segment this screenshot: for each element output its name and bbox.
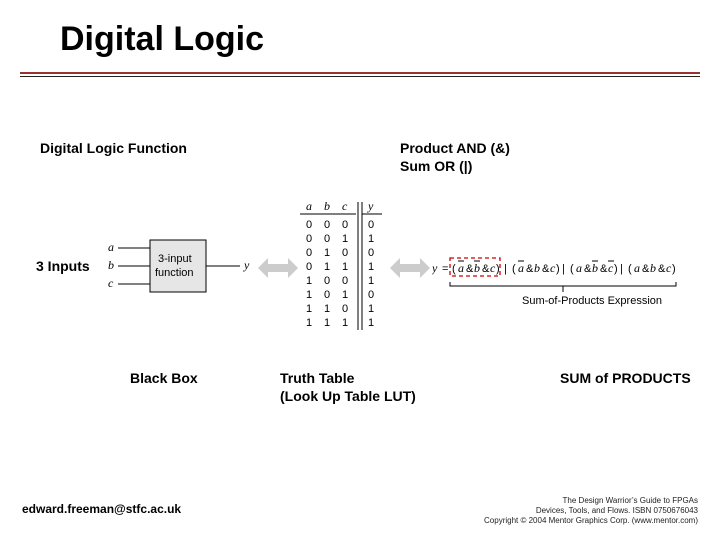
svg-text:0: 0 [324,289,330,301]
label-sum: Sum OR (|) [400,158,472,174]
sig-b: b [108,258,114,272]
svg-text:&: & [658,263,666,275]
label-prod: Product AND (&) [400,140,510,156]
svg-text:a: a [634,261,640,275]
svg-text:&: & [482,263,490,275]
svg-text:&: & [600,263,608,275]
svg-text:1: 1 [368,275,374,287]
svg-text:a: a [458,261,464,275]
svg-text:&: & [466,263,474,275]
svg-text:1: 1 [324,303,330,315]
svg-text:1: 1 [342,289,348,301]
svg-text:0: 0 [324,233,330,245]
svg-text:0: 0 [342,247,348,259]
svg-text:0: 0 [368,289,374,301]
svg-text:c: c [342,199,348,213]
svg-text:1: 1 [306,303,312,315]
svg-text:&: & [542,263,550,275]
svg-text:0: 0 [306,219,312,231]
svg-text:0: 0 [306,261,312,273]
svg-text:1: 1 [324,247,330,259]
svg-text:b: b [592,261,598,275]
svg-text:b: b [474,261,480,275]
svg-text:): ) [556,263,560,275]
label-truth1: Truth Table [280,370,354,386]
svg-text:): ) [672,263,676,275]
block-caption2: function [155,267,194,279]
svg-text:b: b [324,199,330,213]
arrow-1 [258,256,298,280]
svg-text:&: & [584,263,592,275]
svg-text:1: 1 [342,317,348,329]
svg-text:0: 0 [324,219,330,231]
svg-text:1: 1 [306,275,312,287]
label-truth2: (Look Up Table LUT) [280,388,416,404]
arrow-2 [390,256,430,280]
svg-text:): ) [496,263,500,275]
svg-text:a: a [306,199,312,213]
svg-text:1: 1 [368,233,374,245]
label-inputs: 3 Inputs [36,258,90,274]
svg-text:0: 0 [324,275,330,287]
svg-text:b: b [650,261,656,275]
blackbox-diagram: 3-input function a b c y [100,230,260,310]
sop-caption: Sum-of-Products Expression [522,295,662,307]
hr-maroon [20,72,700,74]
svg-text:0: 0 [342,303,348,315]
svg-text:1: 1 [368,317,374,329]
footer-credits: The Design Warrior’s Guide to FPGAs Devi… [484,496,698,526]
sop-expression: y = ( a & b & c ) | ( a & b & c ) | ( a … [432,252,716,312]
svg-text:): ) [614,263,618,275]
svg-text:1: 1 [368,303,374,315]
label-func: Digital Logic Function [40,140,187,156]
svg-text:(: ( [512,263,516,275]
svg-text:1: 1 [306,289,312,301]
svg-text:a: a [576,261,582,275]
label-blackbox: Black Box [130,370,198,386]
svg-text:|: | [620,263,623,275]
label-sop: SUM of PRODUCTS [560,370,691,386]
svg-text:|: | [562,263,565,275]
svg-text:&: & [642,263,650,275]
svg-text:=: = [442,263,448,275]
svg-text:0: 0 [342,219,348,231]
svg-text:1: 1 [324,317,330,329]
svg-text:(: ( [570,263,574,275]
truth-table: a b c y 0000 0011 0100 0111 1001 1010 11… [300,196,386,336]
svg-text:b: b [534,261,540,275]
svg-text:1: 1 [342,233,348,245]
svg-text:y: y [432,261,438,275]
svg-text:|: | [504,263,507,275]
svg-text:1: 1 [324,261,330,273]
svg-text:y: y [367,199,374,213]
svg-text:0: 0 [306,247,312,259]
svg-text:(: ( [452,263,456,275]
block-caption1: 3-input [158,253,192,265]
svg-text:1: 1 [306,317,312,329]
svg-text:&: & [526,263,534,275]
sig-y: y [243,258,250,272]
svg-text:1: 1 [342,261,348,273]
svg-text:0: 0 [306,233,312,245]
sig-a: a [108,240,114,254]
sig-c: c [108,276,114,290]
svg-text:0: 0 [342,275,348,287]
svg-text:(: ( [628,263,632,275]
svg-text:1: 1 [368,261,374,273]
slide-title: Digital Logic [60,20,264,59]
svg-text:0: 0 [368,247,374,259]
svg-text:0: 0 [368,219,374,231]
footer-email: edward.freeman@stfc.ac.uk [22,502,181,516]
svg-text:a: a [518,261,524,275]
hr-thin [20,76,700,77]
